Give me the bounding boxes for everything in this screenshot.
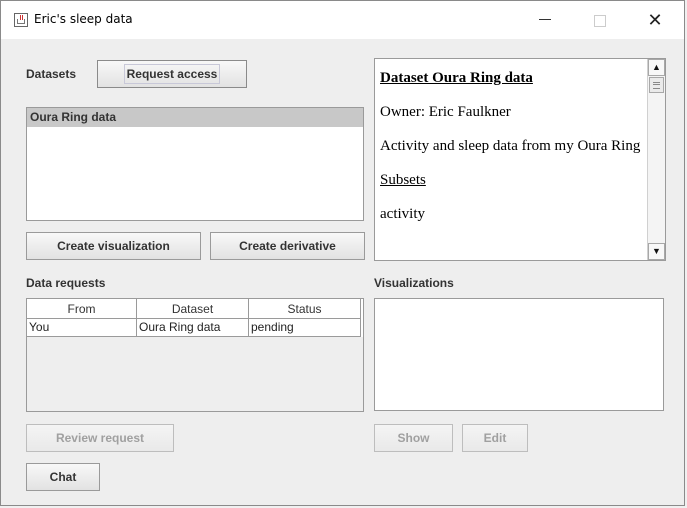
create-derivative-button[interactable]: Create derivative	[210, 232, 365, 260]
visualizations-label: Visualizations	[374, 276, 454, 290]
visualizations-list[interactable]	[374, 298, 664, 411]
minimize-icon	[539, 19, 551, 21]
java-app-icon	[14, 13, 28, 27]
datasets-label: Datasets	[26, 67, 77, 81]
minimize-button[interactable]	[522, 7, 568, 33]
subsets-link[interactable]: Subsets	[380, 170, 642, 190]
create-visualization-button[interactable]: Create visualization	[26, 232, 201, 260]
dataset-detail-content: Dataset Oura Ring data Owner: Eric Faulk…	[380, 68, 642, 238]
close-button[interactable]: ✕	[632, 7, 678, 33]
scroll-down-icon[interactable]: ▼	[648, 243, 665, 260]
dataset-description: Activity and sleep data from my Oura Rin…	[380, 138, 641, 154]
maximize-button[interactable]	[577, 7, 623, 33]
review-request-button[interactable]: Review request	[26, 424, 174, 452]
table-header: From Dataset Status	[27, 299, 363, 319]
subset-item-activity: activity	[380, 206, 425, 222]
window-title: Eric's sleep data	[34, 12, 133, 26]
chat-button[interactable]: Chat	[26, 463, 100, 491]
cell-status[interactable]: pending	[249, 319, 361, 337]
request-access-button[interactable]: Request access	[97, 60, 247, 88]
scroll-up-icon[interactable]: ▲	[648, 59, 665, 76]
column-header-status[interactable]: Status	[249, 299, 361, 319]
data-requests-table[interactable]: From Dataset Status You Oura Ring data p…	[26, 298, 364, 412]
close-icon: ✕	[647, 10, 663, 30]
maximize-icon	[594, 15, 606, 28]
show-button[interactable]: Show	[374, 424, 453, 452]
data-requests-label: Data requests	[26, 276, 106, 290]
table-row[interactable]: You Oura Ring data pending	[27, 319, 363, 337]
column-header-from[interactable]: From	[27, 299, 137, 319]
column-header-dataset[interactable]: Dataset	[137, 299, 249, 319]
list-item[interactable]: Oura Ring data	[27, 108, 363, 127]
detail-scrollbar[interactable]: ▲ ▼	[647, 59, 665, 260]
app-window: Eric's sleep data ✕ Datasets Request acc…	[0, 0, 685, 506]
request-access-label: Request access	[123, 64, 221, 84]
cell-from[interactable]: You	[27, 319, 137, 337]
scroll-thumb[interactable]	[649, 77, 664, 93]
title-bar[interactable]: Eric's sleep data ✕	[1, 1, 684, 39]
edit-button[interactable]: Edit	[462, 424, 528, 452]
datasets-list[interactable]: Oura Ring data	[26, 107, 364, 221]
dataset-owner: Owner: Eric Faulkner	[380, 104, 511, 120]
cell-dataset[interactable]: Oura Ring data	[137, 319, 249, 337]
dataset-detail-pane[interactable]: Dataset Oura Ring data Owner: Eric Faulk…	[374, 58, 666, 261]
dataset-detail-title: Dataset Oura Ring data	[380, 70, 533, 86]
